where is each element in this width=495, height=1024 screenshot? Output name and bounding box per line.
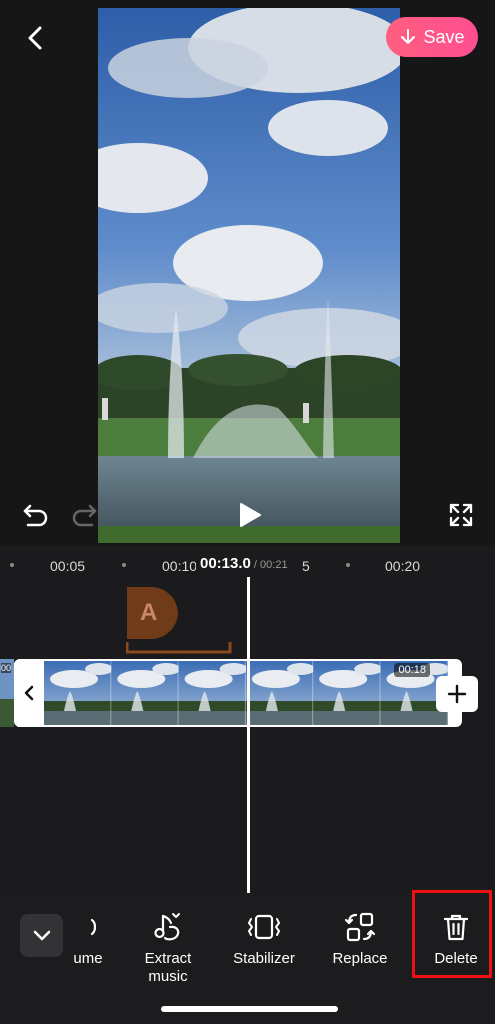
plus-icon — [447, 684, 467, 704]
video-preview-area: Save — [0, 0, 495, 545]
clip-duration-badge: 00:18 — [394, 663, 430, 677]
ruler-tick: 00:10 — [162, 558, 198, 574]
tool-delete[interactable]: Delete — [416, 910, 495, 968]
add-clip-button[interactable] — [436, 676, 478, 712]
tool-label: Replace — [332, 950, 388, 967]
tool-extract-music[interactable]: Extract music — [128, 910, 208, 986]
back-button[interactable] — [20, 22, 52, 54]
ruler-tick: 00:20 — [385, 558, 421, 574]
redo-button[interactable] — [70, 502, 98, 533]
arrow-down-icon — [401, 29, 416, 44]
timeline-ruler[interactable]: 00:05 00:10 5 00:20 00:13.0 / 00:21 — [0, 550, 495, 580]
total-time: / 00:21 — [250, 559, 288, 571]
clip-thumbnail-strip — [44, 661, 448, 725]
ruler-dot — [122, 563, 126, 567]
replace-icon — [344, 912, 376, 942]
chevron-left-icon — [24, 685, 34, 701]
previous-clip[interactable]: 00 — [0, 659, 14, 727]
extract-music-icon — [154, 913, 180, 941]
selected-clip[interactable]: 00:18 — [14, 659, 462, 727]
video-frame[interactable] — [98, 8, 400, 543]
play-button[interactable] — [237, 501, 263, 534]
volume-icon — [90, 918, 97, 936]
previous-clip-label: 00 — [1, 663, 12, 673]
play-icon — [240, 503, 261, 527]
fullscreen-button[interactable] — [448, 502, 474, 533]
trim-left-handle[interactable] — [14, 659, 44, 727]
undo-button[interactable] — [22, 502, 50, 533]
undo-icon — [23, 504, 48, 527]
home-indicator[interactable] — [161, 1006, 338, 1012]
chevron-left-icon — [28, 26, 42, 50]
ruler-dot — [10, 563, 14, 567]
trash-icon — [443, 914, 469, 941]
tool-stabilizer[interactable]: Stabilizer — [224, 910, 304, 968]
save-button[interactable]: Save — [386, 17, 478, 57]
current-timecode: 00:13.0 / 00:21 — [196, 555, 292, 572]
chevron-down-icon — [33, 930, 50, 940]
video-thumbnail — [98, 8, 400, 543]
clip-frames — [44, 661, 448, 725]
fullscreen-icon — [449, 503, 473, 527]
ruler-dot — [346, 563, 350, 567]
tool-label: Extract music — [144, 950, 192, 985]
current-time: 00:13.0 — [200, 555, 251, 572]
save-label: Save — [423, 26, 465, 47]
ruler-tick: 5 — [302, 558, 310, 574]
playhead[interactable] — [247, 577, 250, 893]
text-track-clip[interactable]: A — [125, 586, 236, 661]
text-track-letter: A — [140, 599, 158, 626]
collapse-toolbar-button[interactable] — [20, 914, 63, 957]
redo-icon — [72, 504, 97, 527]
tool-label: Delete — [434, 950, 478, 967]
tool-label: Stabilizer — [233, 950, 295, 967]
tool-replace[interactable]: Replace — [320, 910, 400, 968]
stabilizer-icon — [248, 914, 280, 940]
ruler-tick: 00:05 — [50, 558, 86, 574]
